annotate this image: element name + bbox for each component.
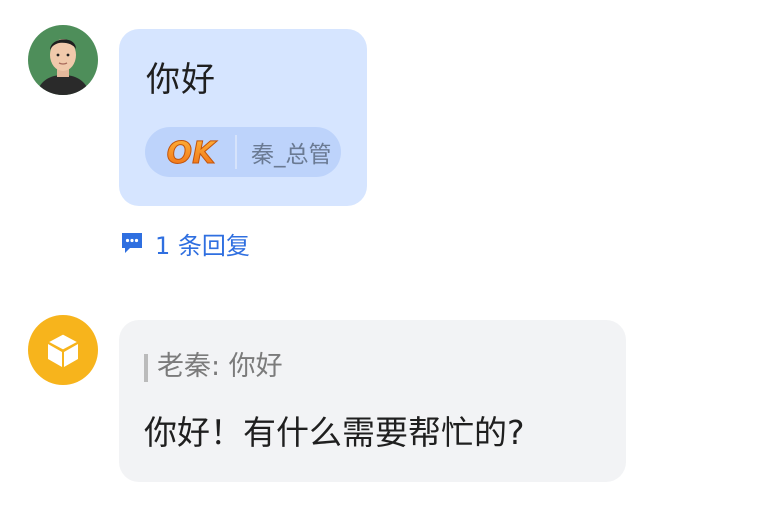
message-text: 你好 xyxy=(146,60,216,100)
chat-thread: 你好 OK 秦_总管 1 条回复 老秦: 你好 你好！有什么需要帮忙的? xyxy=(0,0,774,520)
message-text: 你好！有什么需要帮忙的? xyxy=(144,413,525,452)
bot-avatar[interactable] xyxy=(28,315,98,385)
reaction-user-name: 秦_总管 xyxy=(251,142,332,168)
replies-link[interactable]: 1 条回复 xyxy=(119,226,250,260)
ok-emoji-icon: OK xyxy=(159,135,223,170)
comment-icon xyxy=(122,233,142,253)
quoted-message[interactable]: 老秦: 你好 xyxy=(157,348,283,386)
cube-icon xyxy=(46,333,80,367)
message-bubble-other[interactable]: 老秦: 你好 你好！有什么需要帮忙的? xyxy=(119,320,626,482)
user-portrait-icon xyxy=(28,25,98,95)
reaction-chip[interactable]: OK 秦_总管 xyxy=(145,127,341,177)
replies-label: 1 条回复 xyxy=(155,231,250,260)
quote-bar xyxy=(144,354,148,382)
message-bubble-self[interactable]: 你好 OK 秦_总管 xyxy=(119,29,367,206)
avatar[interactable] xyxy=(28,25,98,95)
ok-emoji-text: OK xyxy=(167,136,219,169)
chip-divider xyxy=(235,135,237,169)
